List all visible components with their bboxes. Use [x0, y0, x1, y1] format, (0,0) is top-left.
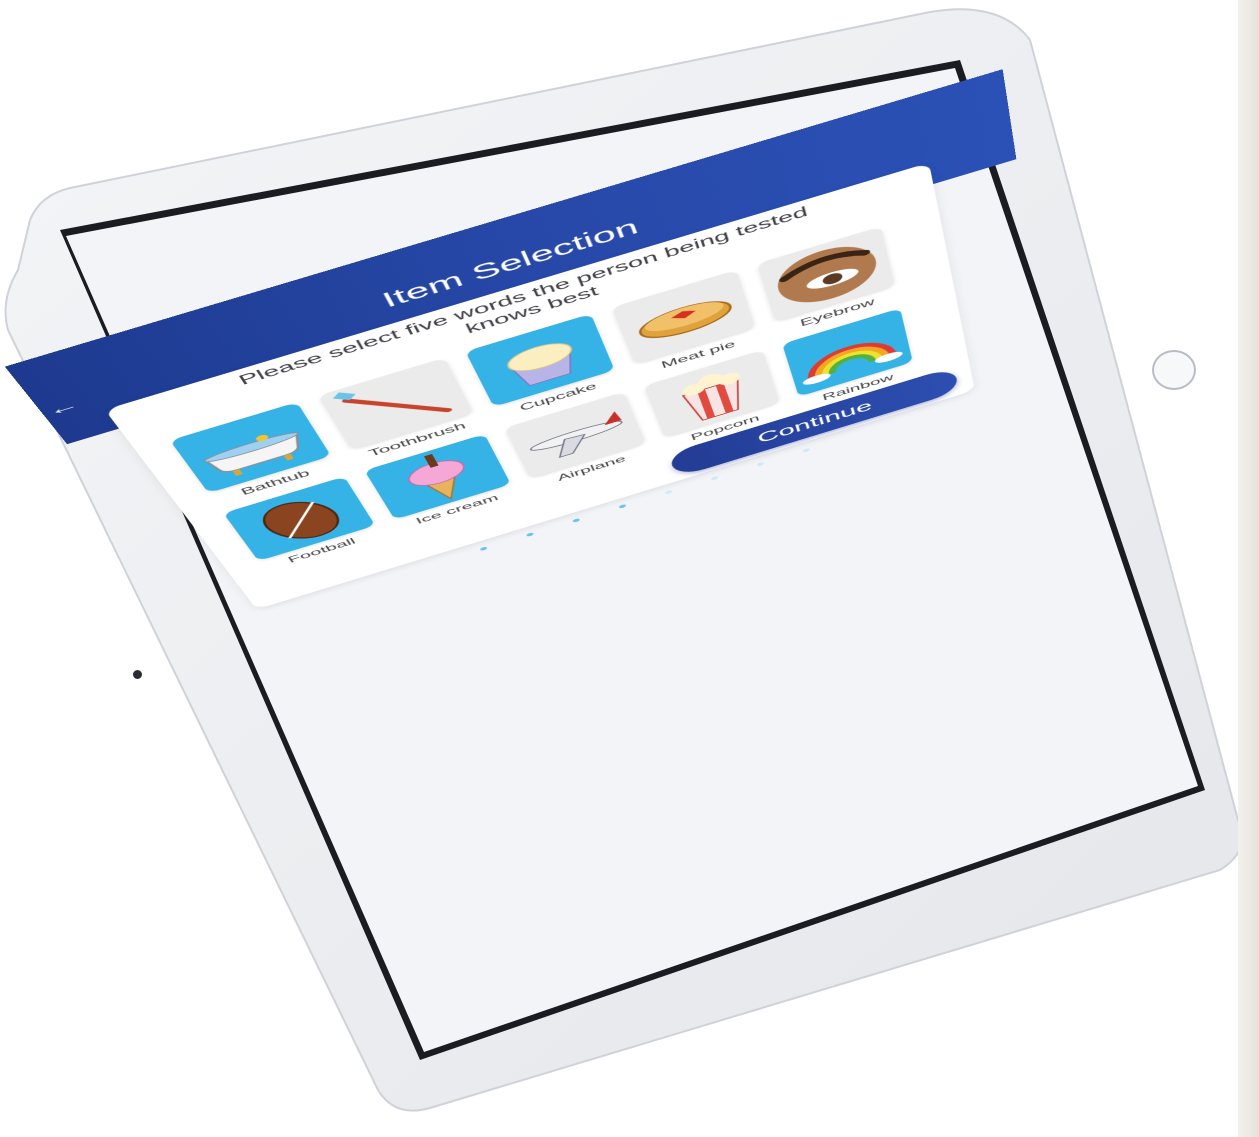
- pagination-dot: [525, 532, 535, 537]
- tablet-frame: [4, 8, 1244, 1112]
- camera-dot: [133, 670, 142, 679]
- bathtub-icon: [170, 402, 331, 493]
- pagination-dot: [664, 489, 673, 495]
- pagination-dot: [710, 475, 719, 481]
- item-tile-bathtub[interactable]: [169, 402, 332, 494]
- pagination-dot: [802, 447, 811, 453]
- pagination-dot: [756, 461, 765, 467]
- home-button: [1152, 350, 1196, 390]
- pagination-dot: [572, 518, 581, 523]
- tablet-device: ← Item Selection Please select five word…: [0, 0, 1259, 1137]
- pagination-dot: [479, 546, 488, 552]
- pagination-dot: [618, 503, 627, 509]
- background-edge: [1238, 0, 1259, 1137]
